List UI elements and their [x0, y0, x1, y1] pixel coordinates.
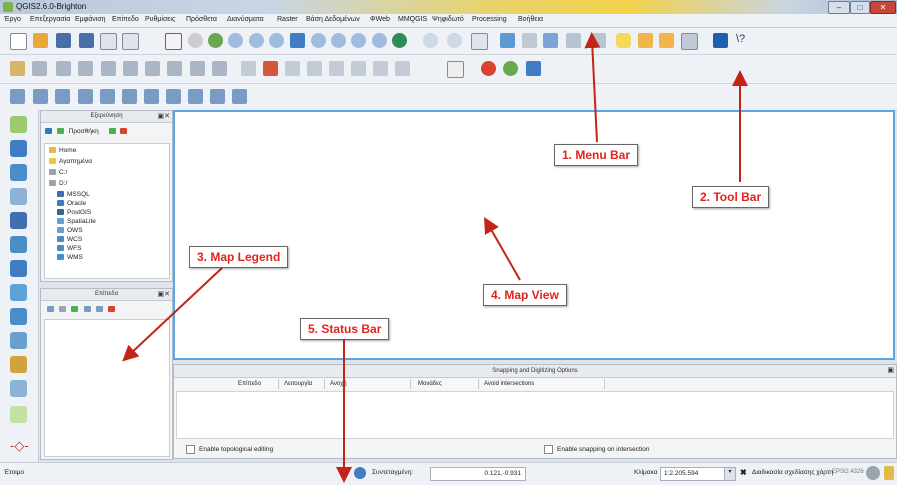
callout-map-view: 4. Map View: [483, 284, 567, 306]
callout-map-legend: 3. Map Legend: [189, 246, 289, 268]
menu-bar-arrow: [584, 32, 601, 143]
map-legend-arrow: [122, 267, 223, 362]
annotation-arrows: [122, 32, 748, 483]
callout-tool-bar: 2. Tool Bar: [692, 186, 770, 208]
map-view-arrow: [484, 217, 521, 281]
callout-menu-bar: 1. Menu Bar: [554, 144, 639, 166]
callout-status-bar: 5. Status Bar: [300, 318, 390, 340]
